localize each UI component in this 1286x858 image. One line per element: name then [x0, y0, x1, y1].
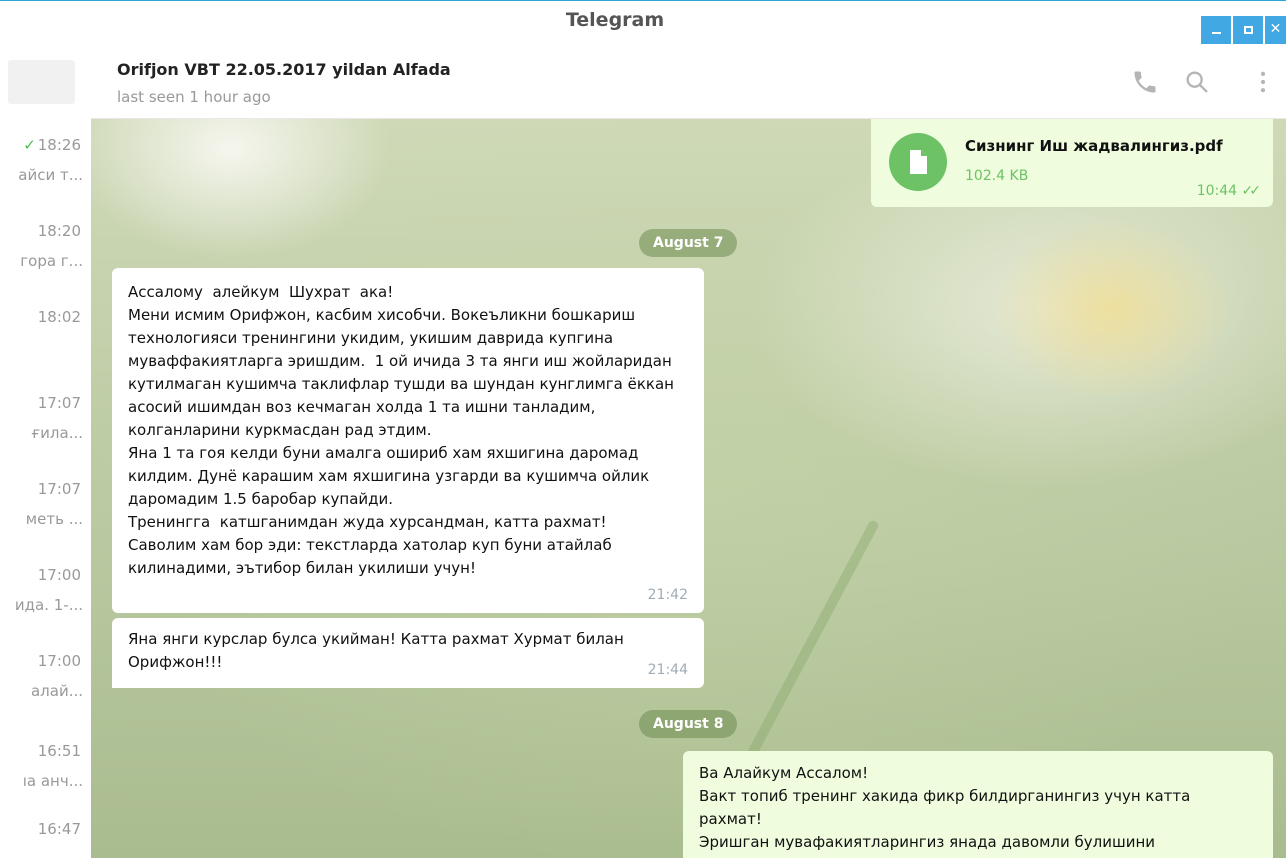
chat-list-item[interactable]: 18:20 гора г... [0, 222, 91, 302]
maximize-icon [1243, 26, 1253, 34]
chat-list-item[interactable]: 17:00 алай... [0, 652, 91, 732]
file-name[interactable]: Сизнинг Иш жадвалингиз.pdf [965, 135, 1223, 158]
file-message[interactable]: Сизнинг Иш жадвалингиз.pdf 102.4 KB 10:4… [871, 119, 1273, 207]
chat-header: Orifjon VBT 22.05.2017 yildan Alfada las… [91, 44, 1286, 119]
incoming-message[interactable]: Яна янги курслар булса укийман! Катта ра… [112, 618, 704, 688]
chat-list-item[interactable]: 17:07 ғила... [0, 394, 91, 474]
chat-list-item[interactable]: 16:51 ıа анч... [0, 742, 91, 822]
chat-time: 18:20 [37, 222, 81, 240]
message-text: Ассалому алейкум Шухрат ака! Мени исмим … [128, 283, 674, 577]
chat-preview: айси т... [18, 166, 83, 184]
incoming-message[interactable]: Ассалому алейкум Шухрат ака! Мени исмим … [112, 268, 704, 613]
search-input[interactable] [8, 60, 75, 104]
file-size: 102.4 KB [965, 168, 1029, 184]
close-button[interactable]: ✕ [1265, 16, 1286, 45]
date-separator: August 7 [639, 229, 738, 257]
outgoing-message[interactable]: Ва Алайкум Ассалом! Вакт топиб тренинг х… [683, 751, 1273, 858]
chat-preview: алай... [30, 682, 83, 700]
chat-preview: гора г... [20, 252, 83, 270]
phone-icon[interactable] [1131, 68, 1159, 96]
chat-time: 18:02 [37, 308, 81, 326]
double-check-icon: ✓✓ [1241, 183, 1262, 199]
chat-time: 16:47 [37, 820, 81, 838]
close-icon: ✕ [1269, 21, 1282, 37]
peer-status: last seen 1 hour ago [117, 88, 271, 106]
message-text: Ва Алайкум Ассалом! Вакт топиб тренинг х… [699, 764, 1191, 851]
message-text: Яна янги курслар булса укийман! Катта ра… [128, 630, 629, 671]
peer-name[interactable]: Orifjon VBT 22.05.2017 yildan Alfada [117, 60, 451, 79]
chat-list: ✓ 18:26 айси т... 18:20 гора г... 18:02 1… [0, 44, 92, 858]
message-time: 21:42 [647, 587, 688, 603]
chat-preview: ида. 1-... [14, 596, 83, 614]
more-vertical-icon[interactable] [1249, 68, 1277, 96]
chat-time: 17:07 [37, 394, 81, 412]
message-time: 21:44 [647, 662, 688, 678]
chat-preview: ıа анч... [22, 772, 83, 790]
minimize-button[interactable] [1201, 16, 1231, 45]
read-check-icon: ✓ [23, 136, 36, 154]
chat-list-item[interactable]: 17:00 ида. 1-... [0, 566, 91, 646]
chat-time: 17:00 [37, 566, 81, 584]
minimize-icon [1211, 32, 1221, 34]
chat-time: 18:26 [37, 136, 81, 154]
date-separator: August 8 [639, 710, 738, 738]
chat-preview: меть ... [25, 510, 83, 528]
title-bar: Telegram ✕ [0, 0, 1286, 45]
chat-time: 17:07 [37, 480, 81, 498]
app-title: Telegram [565, 9, 665, 31]
maximize-button[interactable] [1233, 16, 1263, 45]
chat-list-item[interactable]: 16:47 [0, 820, 91, 858]
document-icon[interactable] [889, 133, 947, 191]
chat-time: 16:51 [37, 742, 81, 760]
chat-history[interactable]: Сизнинг Иш жадвалингиз.pdf 102.4 KB 10:4… [91, 119, 1286, 858]
message-time: 10:44 [1196, 183, 1238, 199]
chat-list-item[interactable]: ✓ 18:26 айси т... [0, 136, 91, 216]
chat-list-item[interactable]: 18:02 [0, 308, 91, 388]
chat-list-item[interactable]: 17:07 меть ... [0, 480, 91, 560]
chat-time: 17:00 [37, 652, 81, 670]
chat-preview: ғила... [31, 424, 83, 442]
search-icon[interactable] [1183, 68, 1211, 96]
